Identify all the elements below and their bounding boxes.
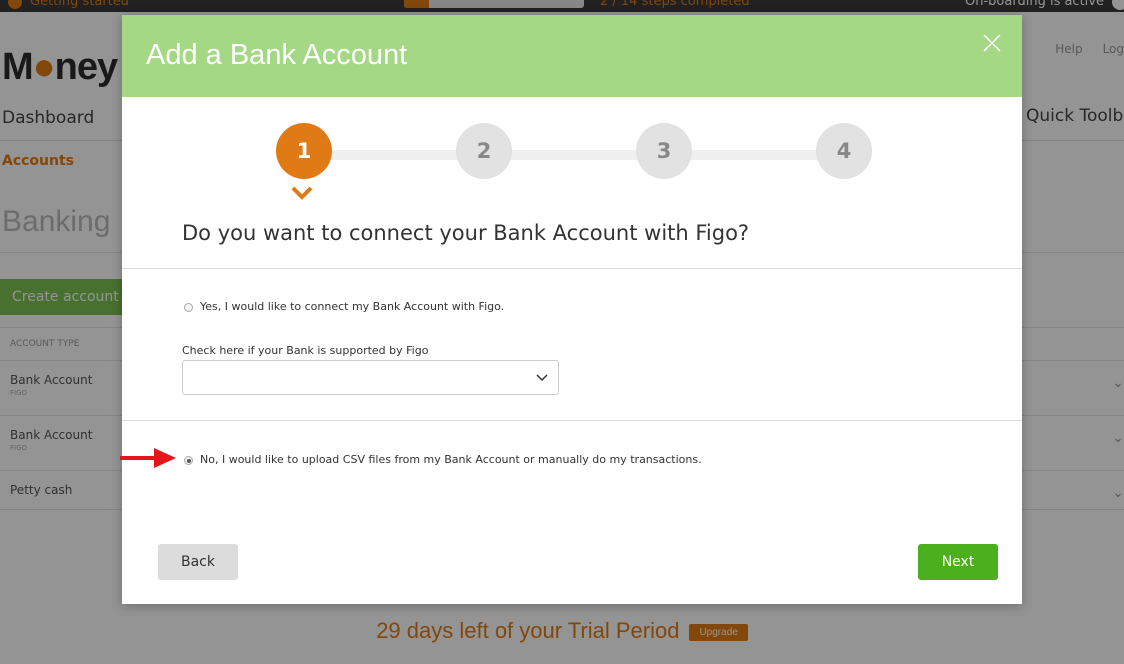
- next-button[interactable]: Next: [918, 544, 998, 580]
- radio-upload-csv[interactable]: [184, 456, 193, 465]
- bank-select[interactable]: [182, 360, 559, 395]
- add-bank-account-dialog: Add a Bank Account 1 2 3 4 Do you want t…: [122, 15, 1022, 604]
- red-arrow-annotation-icon: [120, 448, 176, 468]
- active-step-chevron-icon: [291, 186, 313, 200]
- step-4: 4: [816, 123, 872, 179]
- close-icon[interactable]: [978, 29, 1006, 57]
- back-button[interactable]: Back: [158, 544, 238, 580]
- divider: [122, 420, 1022, 421]
- step-1: 1: [276, 123, 332, 179]
- dialog-header: Add a Bank Account: [122, 15, 1022, 97]
- dialog-title: Add a Bank Account: [146, 39, 408, 71]
- divider: [122, 268, 1022, 269]
- option-upload-csv-label[interactable]: No, I would like to upload CSV files fro…: [200, 453, 702, 466]
- option-connect-figo-label[interactable]: Yes, I would like to connect my Bank Acc…: [200, 300, 504, 313]
- step-progress-line: [312, 150, 842, 160]
- bank-support-label: Check here if your Bank is supported by …: [182, 344, 429, 357]
- chevron-down-icon: [536, 374, 548, 382]
- step-indicator: 1 2 3 4: [122, 123, 1022, 183]
- dialog-question: Do you want to connect your Bank Account…: [182, 221, 750, 245]
- radio-connect-figo[interactable]: [184, 303, 193, 312]
- step-3: 3: [636, 123, 692, 179]
- step-2: 2: [456, 123, 512, 179]
